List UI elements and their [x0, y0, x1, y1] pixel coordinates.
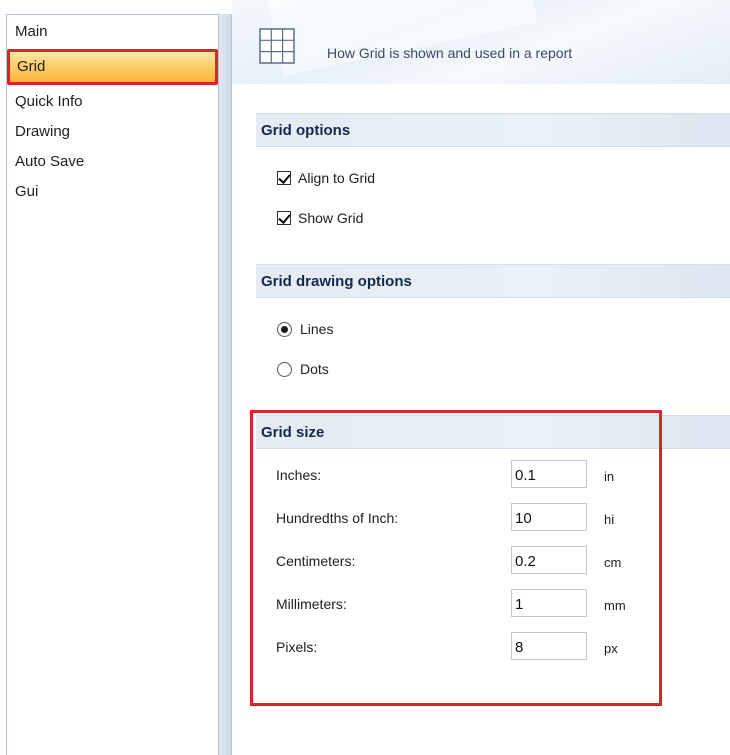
- millimeters-row: Millimeters: mm: [276, 589, 656, 617]
- grid-icon: [259, 28, 295, 64]
- hundredths-row: Hundredths of Inch: hi: [276, 503, 656, 531]
- pixels-unit: px: [604, 641, 618, 656]
- radio-circle[interactable]: [277, 361, 292, 377]
- dots-radio[interactable]: Dots: [277, 359, 329, 379]
- nav-item-drawing[interactable]: Drawing: [9, 119, 216, 145]
- lines-radio[interactable]: Lines: [277, 319, 333, 339]
- show-grid-label: Show Grid: [298, 210, 364, 226]
- align-to-grid-checkbox[interactable]: Align to Grid: [277, 168, 375, 188]
- centimeters-input[interactable]: [511, 546, 587, 574]
- millimeters-input[interactable]: [511, 589, 587, 617]
- pixels-row: Pixels: px: [276, 632, 656, 660]
- hundredths-input[interactable]: [511, 503, 587, 531]
- hundredths-unit: hi: [604, 512, 615, 527]
- align-to-grid-label: Align to Grid: [298, 170, 376, 186]
- section-grid-options: Grid options: [256, 113, 730, 147]
- hundredths-label: Hundredths of Inch:: [276, 510, 399, 526]
- centimeters-unit: cm: [604, 555, 622, 570]
- nav-item-quick-info[interactable]: Quick Info: [9, 89, 216, 115]
- centimeters-row: Centimeters: cm: [276, 546, 656, 574]
- show-grid-checkbox[interactable]: Show Grid: [277, 208, 363, 228]
- millimeters-unit: mm: [604, 598, 626, 613]
- inches-input[interactable]: [511, 460, 587, 488]
- page-header: How Grid is shown and used in a report: [232, 0, 730, 84]
- inches-label: Inches:: [276, 467, 322, 483]
- nav-item-gui[interactable]: Gui: [9, 179, 216, 205]
- millimeters-label: Millimeters:: [276, 596, 347, 612]
- options-content-pane: How Grid is shown and used in a report G…: [232, 0, 730, 755]
- dots-label: Dots: [300, 361, 329, 377]
- pane-splitter[interactable]: [219, 14, 232, 755]
- nav-item-auto-save[interactable]: Auto Save: [9, 149, 216, 175]
- nav-item-main[interactable]: Main: [9, 19, 216, 45]
- options-nav-list: Main Grid Quick Info Drawing Auto Save G…: [6, 14, 219, 755]
- radio-circle[interactable]: [277, 321, 292, 337]
- section-grid-drawing-options: Grid drawing options: [256, 264, 730, 298]
- pixels-label: Pixels:: [276, 639, 318, 655]
- lines-label: Lines: [300, 321, 334, 337]
- pixels-input[interactable]: [511, 632, 587, 660]
- checkbox-box[interactable]: [277, 211, 291, 225]
- centimeters-label: Centimeters:: [276, 553, 356, 569]
- page-description: How Grid is shown and used in a report: [327, 45, 573, 61]
- inches-row: Inches: in: [276, 460, 656, 488]
- nav-item-grid[interactable]: Grid: [7, 49, 218, 85]
- inches-unit: in: [604, 469, 615, 484]
- options-window: Main Grid Quick Info Drawing Auto Save G…: [0, 0, 730, 755]
- checkbox-box[interactable]: [277, 171, 291, 185]
